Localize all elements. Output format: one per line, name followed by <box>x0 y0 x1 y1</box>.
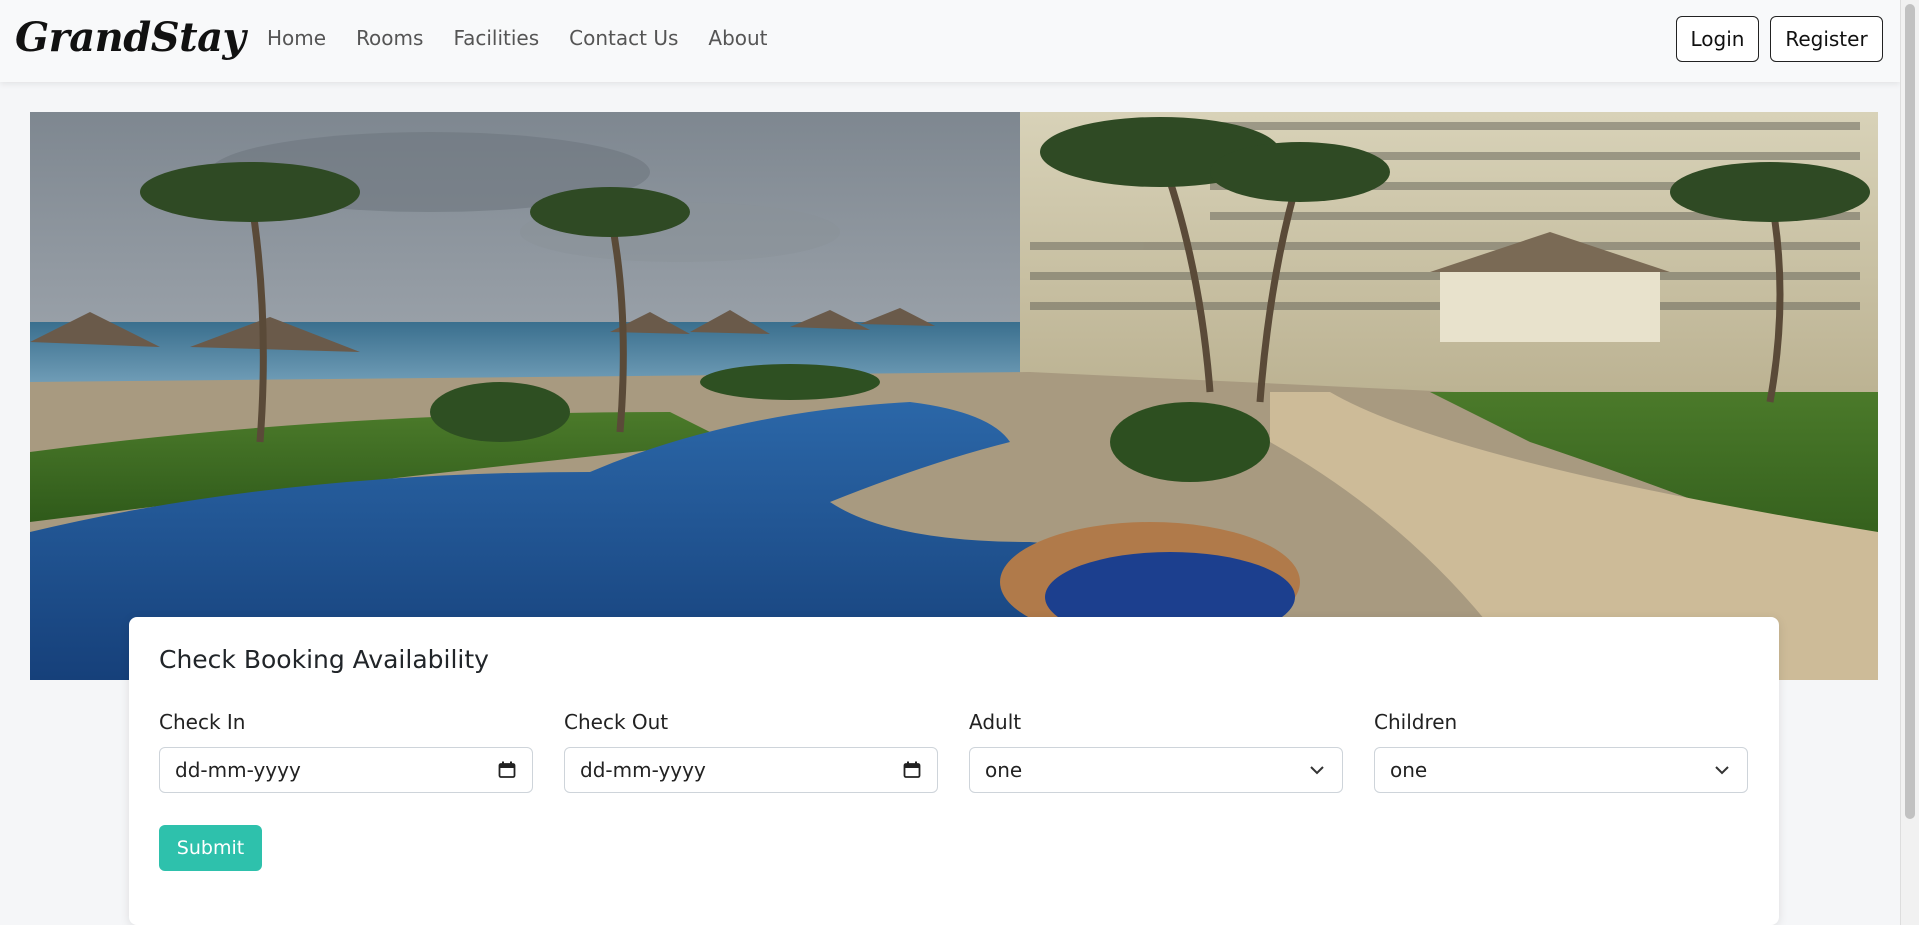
adult-value: one <box>985 758 1023 782</box>
check-out-label: Check Out <box>564 710 669 734</box>
children-value: one <box>1390 758 1428 782</box>
booking-title: Check Booking Availability <box>159 645 489 674</box>
nav-links: Home Rooms Facilities Contact Us About <box>267 26 798 50</box>
calendar-icon[interactable] <box>497 760 517 780</box>
check-in-input[interactable]: dd-mm-yyyy <box>159 747 533 793</box>
navbar: GrandStay Home Rooms Facilities Contact … <box>0 0 1900 82</box>
chevron-down-icon <box>1307 760 1327 780</box>
children-select[interactable]: one <box>1374 747 1748 793</box>
brand-logo[interactable]: GrandStay <box>15 14 246 61</box>
check-in-label: Check In <box>159 710 246 734</box>
adult-select[interactable]: one <box>969 747 1343 793</box>
nav-link-rooms[interactable]: Rooms <box>356 26 423 50</box>
calendar-icon[interactable] <box>902 760 922 780</box>
children-label: Children <box>1374 710 1458 734</box>
nav-link-about[interactable]: About <box>708 26 767 50</box>
scrollbar-thumb[interactable] <box>1905 4 1915 819</box>
check-in-value: dd-mm-yyyy <box>175 758 301 782</box>
chevron-down-icon <box>1712 760 1732 780</box>
page-scrollbar[interactable] <box>1900 0 1919 925</box>
adult-label: Adult <box>969 710 1022 734</box>
check-out-value: dd-mm-yyyy <box>580 758 706 782</box>
booking-card: Check Booking Availability Check In dd-m… <box>129 617 1779 925</box>
register-button[interactable]: Register <box>1770 16 1883 62</box>
check-out-input[interactable]: dd-mm-yyyy <box>564 747 938 793</box>
hero-image <box>30 112 1878 680</box>
nav-link-home[interactable]: Home <box>267 26 326 50</box>
login-button[interactable]: Login <box>1676 16 1759 62</box>
nav-link-facilities[interactable]: Facilities <box>453 26 539 50</box>
nav-link-contact[interactable]: Contact Us <box>569 26 678 50</box>
submit-button[interactable]: Submit <box>159 825 262 871</box>
